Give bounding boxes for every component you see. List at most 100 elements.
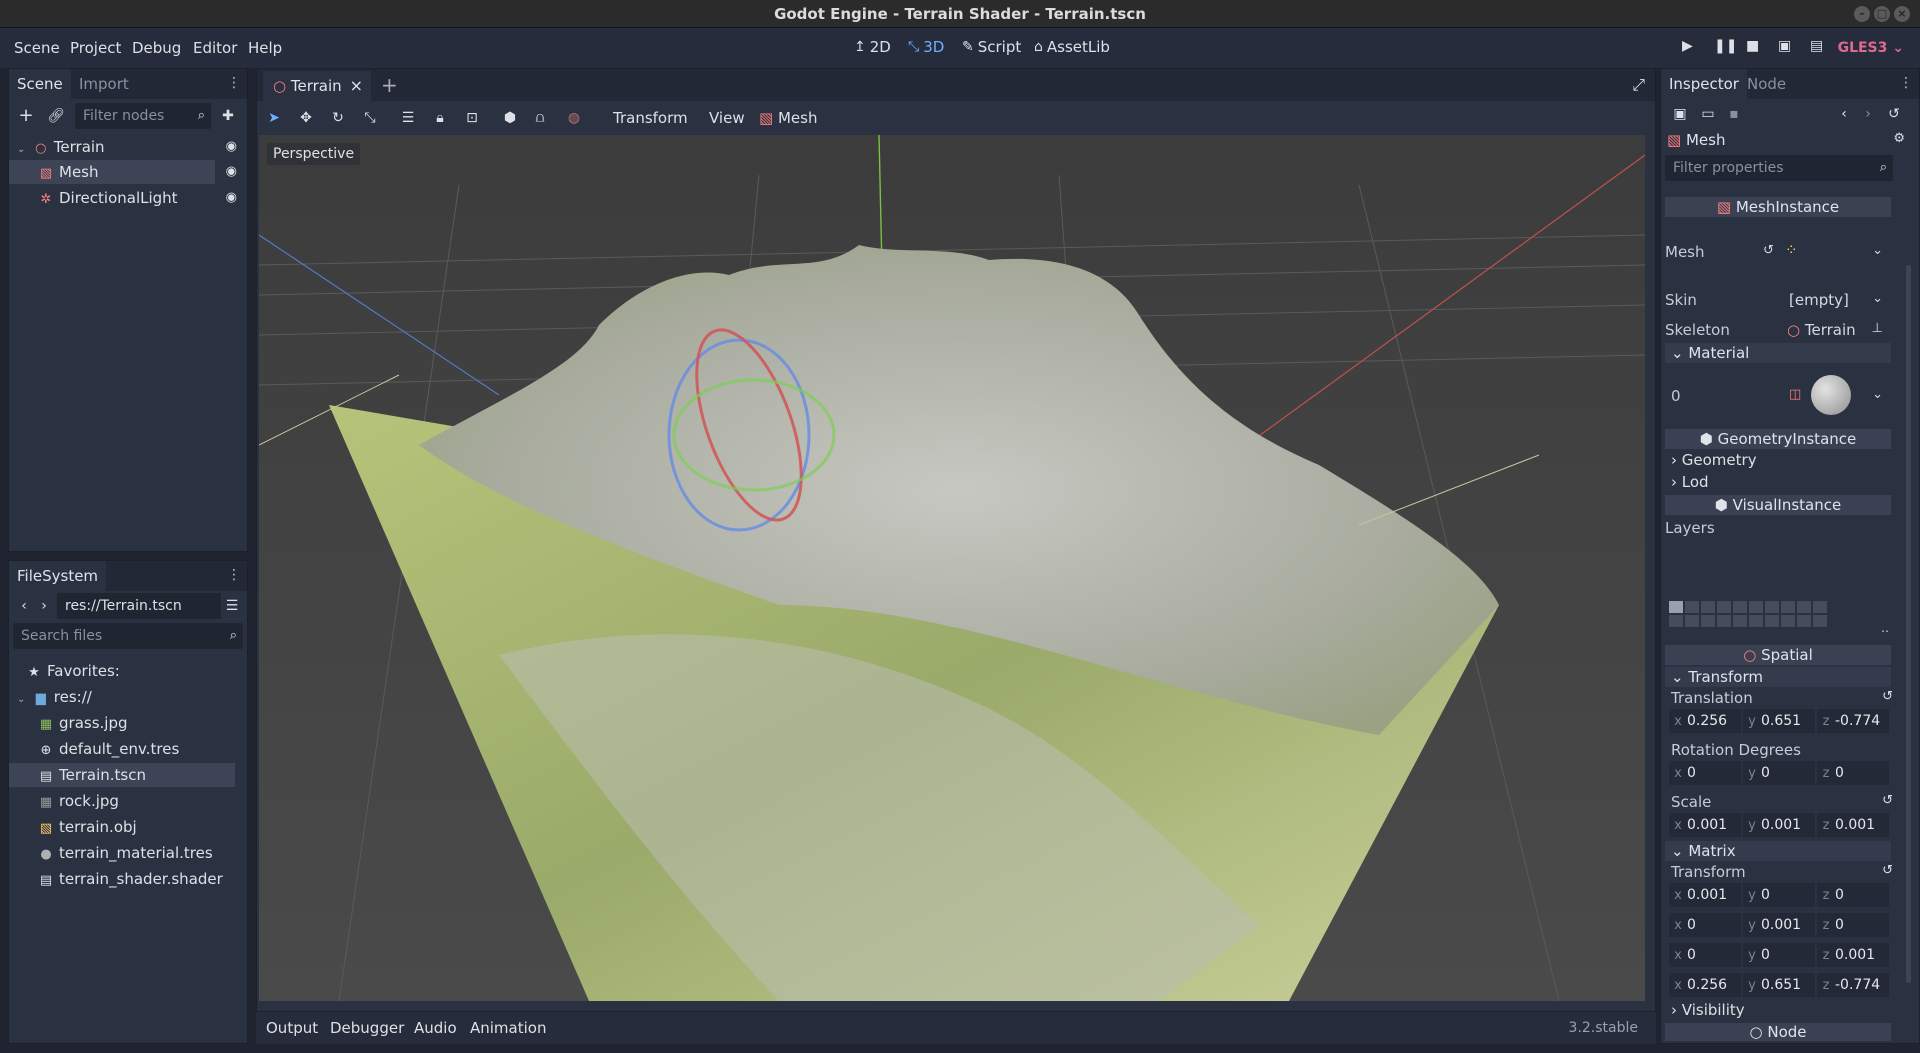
rotation-x[interactable]: x0 (1669, 761, 1741, 785)
layers-more-icon[interactable]: ‥ (1881, 621, 1889, 635)
skin-value[interactable]: [empty] (1789, 291, 1849, 309)
workspace-assetlib-button[interactable]: ⌂ AssetLib (1034, 38, 1110, 56)
forward-icon[interactable]: › (33, 595, 55, 617)
close-tab-icon[interactable]: × (350, 71, 363, 101)
layer-cell[interactable] (1669, 601, 1683, 613)
tab-audio[interactable]: Audio (414, 1019, 457, 1037)
translation-z[interactable]: z -0.774 (1817, 709, 1889, 733)
maximize-icon[interactable]: □ (1874, 6, 1890, 22)
tree-node-terrain[interactable]: ⌄ ○ Terrain ◉ (9, 135, 247, 159)
history-forward-icon[interactable]: › (1857, 103, 1879, 125)
history-back-icon[interactable]: ‹ (1833, 103, 1855, 125)
inspected-object[interactable]: ▧ Mesh (1667, 131, 1725, 149)
new-resource-icon[interactable]: ▣ (1669, 103, 1691, 125)
attach-script-icon[interactable]: ✚ (217, 105, 239, 127)
add-node-icon[interactable]: + (15, 105, 37, 127)
tab-animation[interactable]: Animation (470, 1019, 546, 1037)
reset-icon[interactable]: ↺ (1882, 793, 1893, 808)
rotate-tool-icon[interactable]: ↻ (327, 107, 349, 129)
favorites-item[interactable]: ★ Favorites: (9, 659, 247, 683)
open-folder-icon[interactable]: ▭ (1697, 103, 1719, 125)
file-item[interactable]: ▤ terrain_shader.shader (9, 867, 247, 891)
layer-cell[interactable] (1781, 615, 1795, 627)
menu-editor[interactable]: Editor (193, 39, 237, 57)
tab-import[interactable]: Import (71, 69, 137, 99)
folder-res[interactable]: ⌄ ▆ res:// (9, 685, 247, 709)
rotation-z[interactable]: z0 (1817, 761, 1889, 785)
minimize-icon[interactable]: – (1854, 6, 1870, 22)
move-tool-icon[interactable]: ✥ (295, 107, 317, 129)
layer-cell[interactable] (1717, 615, 1731, 627)
back-icon[interactable]: ‹ (13, 595, 35, 617)
pause-icon[interactable]: ❚❚ (1714, 38, 1737, 54)
collapse-arrow-icon[interactable]: ⌄ (17, 138, 29, 162)
layer-cell[interactable] (1749, 615, 1763, 627)
matrix-cell[interactable]: x 0.256 (1669, 973, 1741, 997)
visibility-eye-icon[interactable]: ◉ (226, 135, 237, 159)
workspace-script-button[interactable]: ✎ Script (962, 38, 1021, 56)
dock-menu-icon[interactable]: ⋮ (227, 75, 241, 91)
tab-node[interactable]: Node (1739, 69, 1794, 99)
layer-cell[interactable] (1749, 601, 1763, 613)
layer-cell[interactable] (1685, 615, 1699, 627)
layer-cell[interactable] (1701, 615, 1715, 627)
chevron-down-icon[interactable]: ⌄ (1872, 291, 1883, 306)
dock-menu-icon[interactable]: ⋮ (1899, 75, 1913, 91)
group-icon[interactable]: ⊡ (461, 107, 483, 129)
layer-cell[interactable] (1765, 601, 1779, 613)
section-transform[interactable]: ⌄ Transform (1665, 667, 1891, 687)
file-item[interactable]: ● terrain_material.tres (9, 841, 247, 865)
section-geometry[interactable]: › Geometry (1665, 451, 1757, 469)
tree-node-mesh[interactable]: ▧ Mesh (9, 160, 215, 184)
snap-icon[interactable]: ⩍ (529, 107, 551, 129)
filter-nodes-input[interactable]: Filter nodes ⌕ (75, 103, 211, 129)
play-scene-icon[interactable]: ▣ (1778, 38, 1791, 54)
tab-inspector[interactable]: Inspector (1661, 69, 1747, 99)
renderer-select[interactable]: GLES3 ⌄ (1838, 40, 1904, 56)
camera-preview-icon[interactable]: ◍ (563, 107, 585, 129)
view-menu[interactable]: View (709, 109, 745, 127)
layers-grid[interactable] (1669, 601, 1827, 629)
reset-icon[interactable]: ↺ (1882, 863, 1893, 878)
layer-cell[interactable] (1685, 601, 1699, 613)
collapse-arrow-icon[interactable]: ⌄ (17, 688, 29, 712)
node-path-icon[interactable]: ⊥ (1872, 321, 1883, 336)
reset-icon[interactable]: ↺ (1763, 243, 1774, 258)
chevron-down-icon[interactable]: ⌄ (1872, 243, 1883, 258)
visibility-eye-icon[interactable]: ◉ (226, 160, 237, 184)
scale-z[interactable]: z 0.001 (1817, 813, 1889, 837)
file-item[interactable]: ▧ terrain.obj (9, 815, 247, 839)
matrix-cell[interactable]: x0 (1669, 943, 1741, 967)
section-material[interactable]: ⌄ Material (1665, 343, 1891, 363)
layer-cell[interactable] (1813, 615, 1827, 627)
layer-cell[interactable] (1781, 601, 1795, 613)
inspector-scrollbar[interactable] (1906, 265, 1911, 983)
menu-debug[interactable]: Debug (132, 39, 181, 57)
split-mode-icon[interactable]: ☰ (221, 595, 243, 617)
perspective-menu[interactable]: Perspective (267, 143, 361, 165)
edit-material-icon[interactable]: ◫ (1789, 387, 1801, 402)
menu-scene[interactable]: Scene (14, 39, 60, 57)
workspace-3d-button[interactable]: ⤡ 3D (908, 38, 944, 56)
layer-cell[interactable] (1701, 601, 1715, 613)
link-icon[interactable]: 🔗︎ (45, 105, 67, 127)
transform-menu[interactable]: Transform (613, 109, 688, 127)
save-icon[interactable]: ▪ (1723, 103, 1745, 125)
matrix-cell[interactable]: x 0.001 (1669, 883, 1741, 907)
matrix-cell[interactable]: y 0.651 (1743, 973, 1815, 997)
matrix-cell[interactable]: y0 (1743, 943, 1815, 967)
layer-cell[interactable] (1813, 601, 1827, 613)
tab-debugger[interactable]: Debugger (330, 1019, 404, 1037)
menu-help[interactable]: Help (248, 39, 282, 57)
section-lod[interactable]: › Lod (1665, 473, 1709, 491)
matrix-cell[interactable]: z0 (1817, 883, 1889, 907)
mesh-resource-icon[interactable]: ⁘ (1785, 241, 1798, 259)
file-item[interactable]: ▦ grass.jpg (9, 711, 247, 735)
layer-cell[interactable] (1669, 615, 1683, 627)
visibility-eye-icon[interactable]: ◉ (226, 186, 237, 210)
matrix-cell[interactable]: y 0.001 (1743, 913, 1815, 937)
lock-icon[interactable]: 🔒︎ (429, 107, 451, 129)
layer-cell[interactable] (1733, 601, 1747, 613)
section-visibility[interactable]: › Visibility (1665, 1001, 1745, 1019)
rotation-y[interactable]: y0 (1743, 761, 1815, 785)
